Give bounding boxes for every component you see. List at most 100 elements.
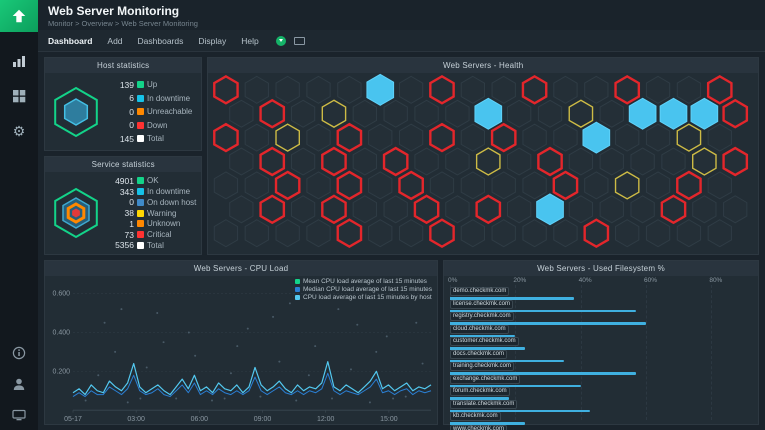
host-hexagon[interactable] bbox=[691, 98, 718, 129]
host-hexagon[interactable] bbox=[508, 196, 531, 223]
host-hexagon[interactable] bbox=[292, 196, 315, 223]
host-hexagon[interactable] bbox=[492, 124, 515, 151]
host-hexagon[interactable] bbox=[446, 196, 469, 223]
host-hexagon[interactable] bbox=[369, 172, 392, 199]
host-hexagon[interactable] bbox=[292, 148, 315, 175]
host-hexagon[interactable] bbox=[647, 124, 670, 151]
host-hexagon[interactable] bbox=[215, 172, 238, 199]
host-hexagon[interactable] bbox=[415, 148, 438, 175]
host-hexagon[interactable] bbox=[616, 172, 639, 199]
host-hexagon[interactable] bbox=[338, 76, 361, 103]
host-hexagon[interactable] bbox=[616, 220, 639, 247]
host-hexagon[interactable] bbox=[616, 124, 639, 151]
stat-row[interactable]: 0Unreachable bbox=[106, 107, 196, 117]
host-hexagon[interactable] bbox=[600, 148, 623, 175]
host-hexagon[interactable] bbox=[431, 124, 454, 151]
host-hexagon[interactable] bbox=[709, 172, 732, 199]
fs-host-label[interactable]: customer.checkmk.com bbox=[450, 337, 519, 346]
host-hexagon[interactable] bbox=[662, 196, 685, 223]
stat-row[interactable]: 343In downtime bbox=[106, 187, 196, 197]
host-hexagon[interactable] bbox=[354, 196, 377, 223]
setup-gear-icon[interactable]: ⚙ bbox=[10, 122, 28, 140]
host-hexagon[interactable] bbox=[307, 220, 330, 247]
host-hexagon[interactable] bbox=[492, 76, 515, 103]
host-hexagon[interactable] bbox=[307, 76, 330, 103]
host-hexagon[interactable] bbox=[475, 98, 502, 129]
host-hexagon[interactable] bbox=[508, 148, 531, 175]
host-hexagon-icon[interactable] bbox=[50, 84, 102, 140]
host-hexagon[interactable] bbox=[554, 76, 577, 103]
monitoring-icon[interactable] bbox=[10, 52, 28, 70]
stat-row[interactable]: 4901OK bbox=[106, 176, 196, 186]
agent-status-icon[interactable] bbox=[276, 36, 286, 46]
host-hexagon[interactable] bbox=[431, 172, 454, 199]
fs-host-label[interactable]: exchange.checkmk.com bbox=[450, 375, 520, 384]
host-hexagon[interactable] bbox=[724, 148, 747, 175]
host-hexagon[interactable] bbox=[230, 148, 253, 175]
host-hexagon[interactable] bbox=[647, 172, 670, 199]
host-hexagon[interactable] bbox=[246, 124, 269, 151]
host-hexagon[interactable] bbox=[724, 196, 747, 223]
host-hexagon[interactable] bbox=[662, 148, 685, 175]
stat-row[interactable]: 139Up bbox=[106, 80, 196, 90]
service-hexagon-icon[interactable] bbox=[50, 185, 102, 241]
host-hexagon[interactable] bbox=[462, 76, 485, 103]
host-hexagon[interactable] bbox=[230, 196, 253, 223]
menu-item-dashboard[interactable]: Dashboard bbox=[48, 36, 92, 46]
stat-row[interactable]: 1Unknown bbox=[106, 219, 196, 229]
host-hexagon[interactable] bbox=[400, 172, 423, 199]
fs-host-label[interactable]: registry.checkmk.com bbox=[450, 312, 514, 321]
host-hexagon[interactable] bbox=[338, 124, 361, 151]
host-hexagon[interactable] bbox=[523, 124, 546, 151]
host-hexagon[interactable] bbox=[508, 100, 531, 127]
host-hexagon[interactable] bbox=[600, 100, 623, 127]
host-hexagon[interactable] bbox=[246, 76, 269, 103]
host-hexagon[interactable] bbox=[477, 148, 500, 175]
customize-icon[interactable] bbox=[10, 87, 28, 105]
host-hexagon[interactable] bbox=[616, 76, 639, 103]
host-hexagon[interactable] bbox=[539, 100, 562, 127]
fs-host-label[interactable]: demo.checkmk.com bbox=[450, 287, 509, 296]
stat-row[interactable]: 38Warning bbox=[106, 208, 196, 218]
host-hexagon[interactable] bbox=[276, 76, 299, 103]
host-hexagon[interactable] bbox=[477, 196, 500, 223]
host-hexagon[interactable] bbox=[323, 196, 346, 223]
host-hexagon[interactable] bbox=[570, 100, 593, 127]
menu-item-display[interactable]: Display bbox=[198, 36, 226, 46]
checkmk-logo[interactable] bbox=[0, 0, 38, 32]
host-hexagon[interactable] bbox=[338, 220, 361, 247]
host-hexagon[interactable] bbox=[323, 148, 346, 175]
host-hexagon[interactable] bbox=[570, 196, 593, 223]
host-hexagon[interactable] bbox=[583, 122, 610, 153]
host-hexagon[interactable] bbox=[369, 124, 392, 151]
host-hexagon[interactable] bbox=[570, 148, 593, 175]
host-hexagon[interactable] bbox=[415, 100, 438, 127]
fs-host-label[interactable]: training.checkmk.com bbox=[450, 362, 514, 371]
host-hexagon[interactable] bbox=[215, 124, 238, 151]
host-hexagon[interactable] bbox=[276, 220, 299, 247]
host-hexagon[interactable] bbox=[384, 100, 407, 127]
host-hexagon[interactable] bbox=[554, 172, 577, 199]
host-hexagon[interactable] bbox=[585, 172, 608, 199]
host-hexagon[interactable] bbox=[292, 100, 315, 127]
host-hexagon[interactable] bbox=[215, 76, 238, 103]
host-hexagon[interactable] bbox=[400, 220, 423, 247]
host-hexagon[interactable] bbox=[678, 124, 701, 151]
host-hexagon[interactable] bbox=[523, 76, 546, 103]
fs-host-label[interactable]: cloud.checkmk.com bbox=[450, 325, 509, 334]
fs-host-label[interactable]: translate.checkmk.com bbox=[450, 400, 517, 409]
menu-item-dashboards[interactable]: Dashboards bbox=[138, 36, 184, 46]
host-hexagon[interactable] bbox=[647, 76, 670, 103]
host-hexagon[interactable] bbox=[307, 172, 330, 199]
fullscreen-icon[interactable] bbox=[294, 37, 305, 45]
host-hexagon[interactable] bbox=[600, 196, 623, 223]
host-hexagon[interactable] bbox=[554, 220, 577, 247]
host-hexagon[interactable] bbox=[693, 148, 716, 175]
host-hexagon[interactable] bbox=[724, 100, 747, 127]
host-hexagon[interactable] bbox=[276, 172, 299, 199]
host-hexagon[interactable] bbox=[647, 220, 670, 247]
host-hexagon[interactable] bbox=[323, 100, 346, 127]
fs-host-label[interactable]: license.checkmk.com bbox=[450, 300, 513, 309]
host-hexagon[interactable] bbox=[446, 100, 469, 127]
host-hexagon[interactable] bbox=[276, 124, 299, 151]
